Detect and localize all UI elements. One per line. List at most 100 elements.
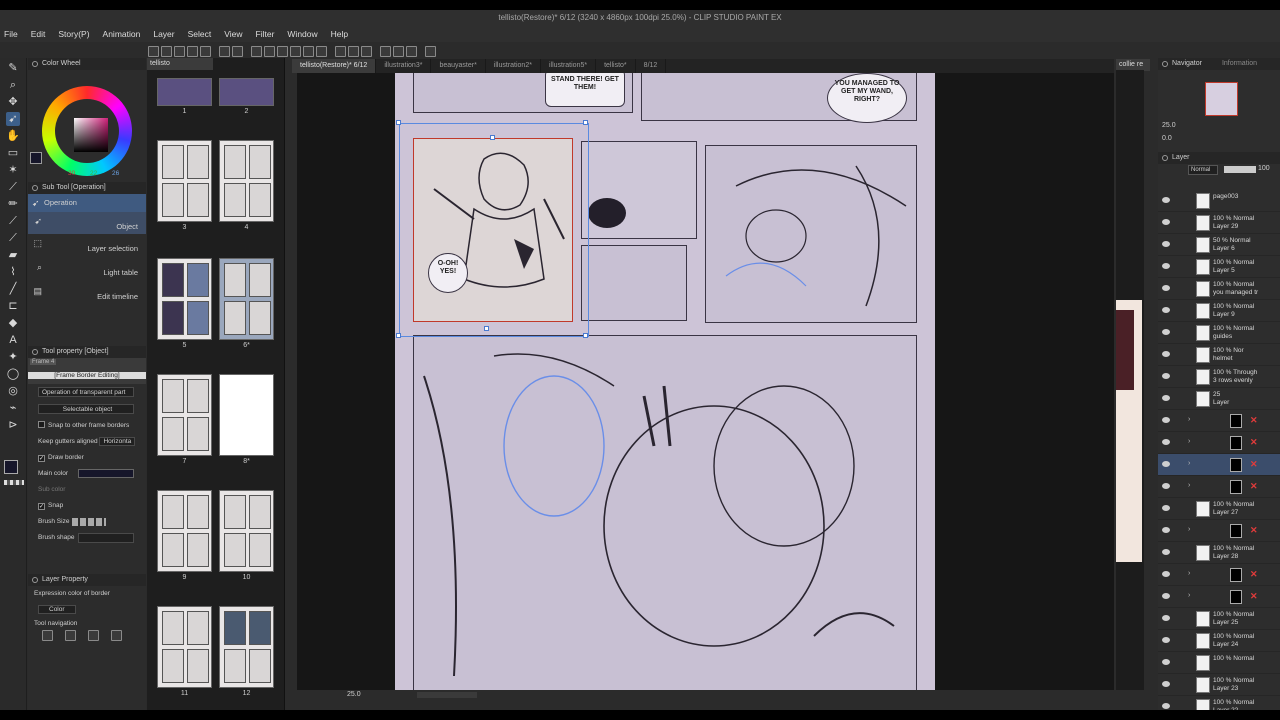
menu-help[interactable]: Help	[331, 29, 348, 39]
layer-row[interactable]: 100 % Normal you managed tr	[1158, 278, 1280, 300]
page-thumbnail[interactable]	[157, 490, 212, 572]
tab-page-8[interactable]: 8/12	[636, 59, 667, 73]
tab-illustration2[interactable]: illustration2*	[486, 59, 541, 73]
layer-name[interactable]: 100 % Normal Layer 25	[1213, 611, 1254, 627]
balloon-tool-icon[interactable]: ◯	[6, 367, 20, 381]
tab-illustration5[interactable]: illustration5*	[541, 59, 597, 73]
visibility-eye-icon[interactable]	[1162, 395, 1170, 401]
undo-icon[interactable]	[219, 45, 230, 57]
layer-row[interactable]: 100 % Normal guides	[1158, 322, 1280, 344]
handle-bottom[interactable]	[484, 326, 489, 331]
selectable-object-select[interactable]: Selectable object	[38, 404, 134, 414]
export-icon[interactable]	[187, 45, 198, 57]
layer-row[interactable]: 100 % Normal Layer 28	[1158, 542, 1280, 564]
transparent-color-swatch[interactable]	[4, 480, 24, 485]
main-color-box[interactable]	[78, 469, 134, 478]
visibility-eye-icon[interactable]	[1162, 593, 1170, 599]
main-color-swatch[interactable]	[4, 460, 18, 474]
page-thumbnail[interactable]	[157, 78, 212, 106]
comic-panel-bottom[interactable]	[413, 335, 917, 690]
tab-illustration3[interactable]: illustration3*	[376, 59, 432, 73]
transparent-part-select[interactable]: Operation of transparent part	[38, 387, 134, 397]
visibility-eye-icon[interactable]	[1162, 219, 1170, 225]
layer-row[interactable]: 100 % Normal Layer 25	[1158, 608, 1280, 630]
cloud-icon[interactable]	[425, 45, 436, 57]
layer-row[interactable]: 100 % Normal	[1158, 652, 1280, 674]
visibility-eye-icon[interactable]	[1162, 527, 1170, 533]
sub-tool-object[interactable]: ➹ Object	[28, 212, 146, 234]
operation-tool-icon[interactable]: ➹	[6, 112, 20, 126]
canvas-area[interactable]: STAND THERE! GET THEM! YOU MANAGED TO GE…	[297, 73, 1114, 690]
snap-checkbox[interactable]: ✓	[38, 503, 45, 510]
open-icon[interactable]	[161, 45, 172, 57]
layer-name[interactable]: 100 % Normal	[1213, 655, 1254, 663]
airbrush-tool-icon[interactable]: ⟋	[6, 231, 20, 245]
layer-row[interactable]: › ✕	[1158, 432, 1280, 454]
new-icon[interactable]	[148, 45, 159, 57]
visibility-eye-icon[interactable]	[1162, 307, 1170, 313]
settings-icon[interactable]	[251, 45, 262, 57]
visibility-eye-icon[interactable]	[1162, 505, 1170, 511]
snap-frame-borders-checkbox[interactable]	[38, 421, 45, 428]
page-thumbnail[interactable]	[219, 140, 274, 222]
visibility-eye-icon[interactable]	[1162, 241, 1170, 247]
folder-chevron-icon[interactable]: ›	[1188, 482, 1190, 489]
layer-row[interactable]: › ✕	[1158, 520, 1280, 542]
snap-grid-icon[interactable]	[406, 45, 417, 57]
mask-disabled-icon[interactable]: ✕	[1250, 415, 1260, 425]
nav-layers-icon[interactable]	[65, 630, 76, 641]
tab-beauyaster[interactable]: beauyaster*	[431, 59, 486, 73]
layer-name[interactable]: 50 % Normal Layer 6	[1213, 237, 1251, 253]
menu-select[interactable]: Select	[188, 29, 212, 39]
handle-bl[interactable]	[396, 333, 401, 338]
layer-name[interactable]: 100 % Normal Layer 9	[1213, 303, 1254, 319]
visibility-eye-icon[interactable]	[1162, 659, 1170, 665]
layer-name[interactable]: 100 % Normal Layer 5	[1213, 259, 1254, 275]
page-manager-tab[interactable]: tellisto	[147, 58, 213, 70]
zoom-level[interactable]: 25.0	[347, 690, 361, 700]
folder-chevron-icon[interactable]: ›	[1188, 526, 1190, 533]
redo-icon[interactable]	[232, 45, 243, 57]
layer-name[interactable]: 100 % Normal Layer 29	[1213, 215, 1254, 231]
navigator-thumbnail[interactable]	[1205, 82, 1238, 116]
blend-mode-select[interactable]: Normal	[1188, 165, 1218, 175]
menu-story[interactable]: Story(P)	[58, 29, 89, 39]
page-thumbnail[interactable]	[157, 140, 212, 222]
snap-special-ruler-icon[interactable]	[393, 45, 404, 57]
gradient-tool-icon[interactable]: ⌁	[6, 401, 20, 415]
secondary-document-preview[interactable]	[1116, 70, 1144, 690]
page-thumbnail[interactable]	[219, 606, 274, 688]
brush-shape-select[interactable]	[78, 533, 134, 543]
sub-tool-light-table[interactable]: ⌕ Light table	[28, 258, 146, 282]
visibility-eye-icon[interactable]	[1162, 637, 1170, 643]
layer-row[interactable]: 100 % Through 3 rows evenly	[1158, 366, 1280, 388]
layer-row[interactable]: › ✕	[1158, 410, 1280, 432]
layer-row[interactable]: › ✕	[1158, 454, 1280, 476]
transform-icon[interactable]	[290, 45, 301, 57]
sub-tool-group-operation[interactable]: ➹ Operation	[28, 194, 146, 212]
page-thumbnail[interactable]	[219, 78, 274, 106]
page-thumbnail[interactable]	[219, 374, 274, 456]
handle-br[interactable]	[583, 333, 588, 338]
sub-tool-edit-timeline[interactable]: ▤ Edit timeline	[28, 282, 146, 306]
balloon-managed-wand[interactable]: YOU MANAGED TO GET MY WAND, RIGHT?	[827, 73, 907, 123]
visibility-eye-icon[interactable]	[1162, 197, 1170, 203]
layer-row[interactable]: 100 % Normal Layer 29	[1158, 212, 1280, 234]
layer-mask-thumbnail[interactable]	[1230, 436, 1242, 450]
visibility-eye-icon[interactable]	[1162, 373, 1170, 379]
crop-icon[interactable]	[303, 45, 314, 57]
eyedropper-tool-icon[interactable]: ⟋	[6, 180, 20, 194]
layer-row[interactable]: 100 % Normal Layer 27	[1158, 498, 1280, 520]
figure-tool-icon[interactable]: ╱	[6, 282, 20, 296]
draw-border-row[interactable]: ✓ Draw border	[28, 450, 146, 466]
decoration-tool-icon[interactable]: ⊳	[6, 418, 20, 432]
layer-name[interactable]: 100 % Normal you managed tr	[1213, 281, 1258, 297]
snap-row[interactable]: ✓ Snap	[28, 498, 146, 514]
handle-top[interactable]	[490, 135, 495, 140]
visibility-eye-icon[interactable]	[1162, 461, 1170, 467]
handle-tr[interactable]	[583, 120, 588, 125]
layer-row[interactable]: › ✕	[1158, 564, 1280, 586]
handle-tl[interactable]	[396, 120, 401, 125]
comic-panel-middle-bottom[interactable]	[581, 245, 687, 321]
layer-row[interactable]: 100 % Normal Layer 22	[1158, 696, 1280, 710]
